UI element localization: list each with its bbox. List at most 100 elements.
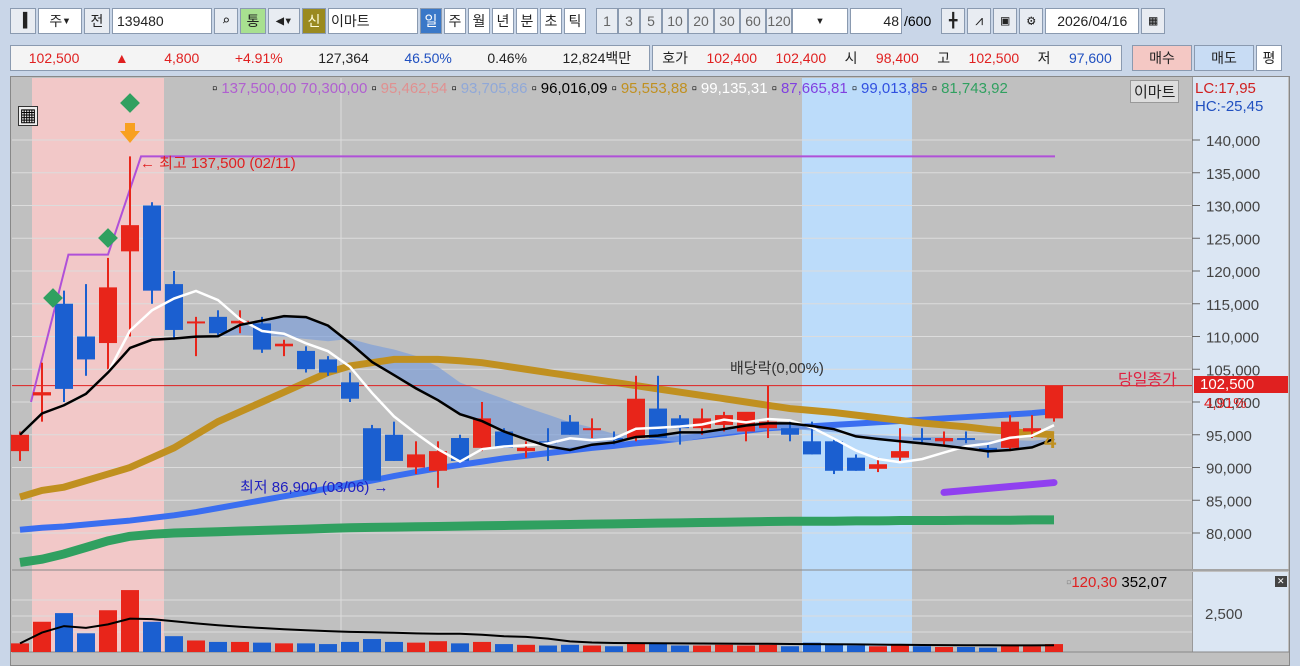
volume-bar — [1001, 645, 1019, 652]
legend-item: 95,462,54 — [380, 80, 448, 97]
price-tick-label: 130,000 — [1206, 199, 1260, 216]
volume-bar — [583, 645, 601, 652]
volume-bar — [935, 646, 953, 652]
candle-body — [407, 454, 425, 468]
candle-body — [165, 284, 183, 330]
signal-marker: 4 — [1044, 428, 1057, 453]
volume-bar — [407, 642, 425, 652]
volume-bar — [913, 646, 931, 652]
candle-body — [341, 382, 359, 399]
last-price-tag: 102,500 — [1194, 376, 1288, 393]
volume-bar — [737, 645, 755, 652]
candle-body — [1045, 385, 1063, 419]
candle-body — [847, 457, 865, 471]
price-tick-label: 140,000 — [1206, 133, 1260, 150]
lc-value: LC:17,95 — [1195, 80, 1256, 97]
candle-body — [363, 428, 381, 481]
volume-bar — [143, 621, 161, 652]
volume-bar — [671, 645, 689, 652]
volume-bar — [605, 646, 623, 652]
candle-body — [957, 438, 975, 441]
candle-body — [935, 438, 953, 442]
candle-body — [825, 441, 843, 471]
pane-close-icon[interactable]: ✕ — [1275, 576, 1287, 587]
legend-item: 87,665,81 — [780, 80, 848, 97]
candle-body — [33, 392, 51, 396]
candle-body — [1023, 428, 1041, 432]
volume-bar — [99, 610, 117, 652]
candle-body — [11, 434, 29, 452]
volume-legend-2: 352,07 — [1121, 574, 1168, 591]
volume-bar — [891, 644, 909, 652]
candle-body — [803, 441, 821, 455]
price-tick-label: 125,000 — [1206, 231, 1260, 248]
candle-body — [77, 336, 95, 360]
legend-item: 96,016,09 — [540, 80, 608, 97]
price-tick-label: 120,000 — [1206, 264, 1260, 281]
price-tick-label: 80,000 — [1206, 526, 1252, 543]
legend-item: 137,500,00 70,300,00 — [221, 80, 368, 97]
candle-body — [913, 438, 931, 441]
candle-body — [121, 225, 139, 252]
price-chart: 140,000 135,000 130,000 125,000 120,000 115,0… — [11, 78, 1290, 653]
candle-body — [209, 316, 227, 334]
volume-bar — [341, 641, 359, 652]
volume-bar — [869, 646, 887, 652]
volume-bar — [55, 613, 73, 652]
volume-bar — [693, 645, 711, 652]
candle-body — [99, 287, 117, 344]
volume-bar — [385, 641, 403, 652]
volume-bar — [473, 641, 491, 652]
hc-value: HC:-25,45 — [1195, 98, 1264, 115]
period-low-text: 최저 86,900 (03/06) — [240, 479, 370, 496]
volume-bar — [33, 621, 51, 652]
volume-bar — [759, 644, 777, 652]
period-low-label: 최저 86,900 (03/06) → — [240, 479, 389, 496]
candle-body — [869, 464, 887, 469]
candle-body — [561, 421, 579, 435]
candle-body — [55, 303, 73, 389]
volume-bar — [451, 643, 469, 652]
volume-bar — [275, 643, 293, 652]
price-tick-label: 90,000 — [1206, 461, 1252, 478]
volume-bar — [1023, 646, 1041, 652]
volume-tick: 2,500 — [1205, 606, 1243, 623]
volume-bar — [715, 644, 733, 652]
volume-bar — [517, 644, 535, 652]
volume-bar — [297, 643, 315, 652]
candle-body — [517, 447, 535, 452]
volume-bar — [187, 640, 205, 652]
candle-body — [385, 434, 403, 461]
legend-stock-name[interactable]: 이마트 — [1130, 80, 1180, 103]
volume-bar — [781, 646, 799, 652]
candle-body — [891, 451, 909, 458]
volume-bar — [539, 645, 557, 652]
volume-bar — [77, 633, 95, 652]
grid-table-icon[interactable]: ▦ — [18, 106, 38, 126]
volume-bar — [363, 639, 381, 652]
candle-body — [187, 321, 205, 324]
legend-item: 95,553,88 — [620, 80, 688, 97]
candle-body — [583, 428, 601, 431]
volume-bar — [319, 644, 337, 652]
legend-item: 99,013,85 — [861, 80, 928, 97]
candle-body — [781, 428, 799, 435]
volume-bar — [231, 641, 249, 652]
period-high-label: ← 최고 137,500 (02/11) — [140, 155, 296, 172]
close-label: 당일종가 — [1118, 372, 1177, 389]
candle-body — [275, 343, 293, 347]
volume-bar — [979, 647, 997, 652]
period-high-text: 최고 137,500 (02/11) — [159, 155, 296, 172]
volume-bar — [957, 646, 975, 652]
price-tick-label: 115,000 — [1206, 297, 1259, 314]
candle-body — [1001, 421, 1019, 448]
volume-bar — [495, 644, 513, 652]
candle-body — [319, 359, 337, 373]
volume-bar — [429, 641, 447, 652]
short-purple-line — [940, 479, 1058, 496]
legend-item: 99,135,31 — [700, 80, 768, 97]
volume-legend: ▫120,30 352,07 — [1066, 574, 1168, 591]
volume-bar — [11, 643, 29, 652]
volume-bar — [561, 644, 579, 652]
volume-bar — [847, 645, 865, 652]
